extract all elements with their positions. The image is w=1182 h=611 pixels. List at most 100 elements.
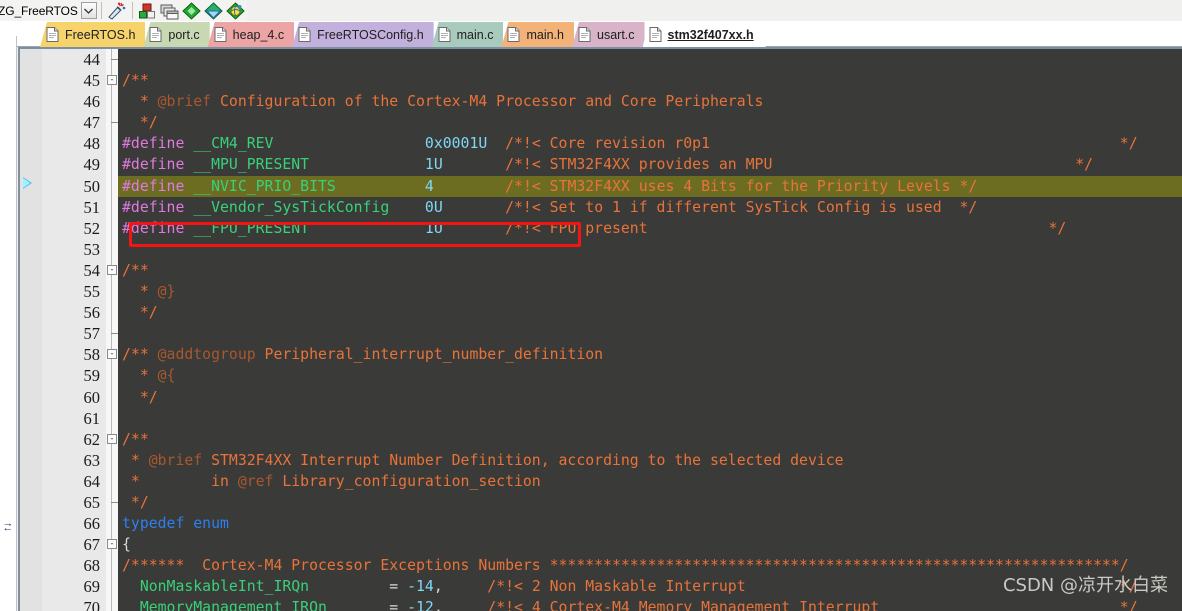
code-token-pp: #define	[122, 219, 185, 237]
line-number: 44	[83, 50, 101, 69]
code-line[interactable]: * @brief Configuration of the Cortex-M4 …	[118, 91, 1182, 112]
code-token-cmtd: @{	[157, 367, 176, 385]
fold-row: -	[106, 260, 118, 281]
fold-collapse-icon[interactable]: -	[107, 264, 117, 275]
code-line[interactable]: */	[118, 387, 1182, 408]
code-line[interactable]: #define __Vendor_SysTickConfig 0U /*!< S…	[118, 197, 1182, 218]
line-number-row: 49	[20, 154, 106, 175]
code-line[interactable]: #define __FPU_PRESENT 1U /*!< FPU presen…	[118, 218, 1182, 239]
fold-end-tick-icon	[111, 501, 118, 503]
code-line-highlighted[interactable]: #define __NVIC_PRIO_BITS 4 /*!< STM32F4X…	[118, 175, 1182, 197]
tab-heap-4-c[interactable]: heap_4.c	[207, 22, 295, 47]
fold-row	[106, 218, 118, 239]
tab-freertosconfig-h[interactable]: FreeRTOSConfig.h	[292, 22, 434, 47]
code-line[interactable]: */	[118, 112, 1182, 133]
file-icon	[214, 27, 227, 42]
code-token-num: 1U	[424, 156, 443, 174]
fold-collapse-icon[interactable]: -	[107, 539, 117, 550]
windows-glyph	[160, 4, 179, 19]
tab-label: FreeRTOSConfig.h	[317, 27, 424, 42]
code-token-cmt: Library_configuration_section	[282, 472, 541, 490]
fold-collapse-icon[interactable]: -	[107, 75, 117, 86]
left-dock-strip: ↑↓	[0, 36, 17, 611]
line-number-row: 60	[20, 387, 106, 408]
fold-row	[106, 492, 118, 513]
code-editor[interactable]: 44 45 46 47 48 49 50 51 52 53 54 55 56 57 58 59 60 61 62 63…	[18, 47, 1182, 611]
code-token-num: 0x0001U	[424, 135, 488, 153]
code-line[interactable]	[118, 49, 1182, 70]
line-number-row: 59	[20, 365, 106, 386]
code-line[interactable]: MemoryManagement_IRQn = -12, /*!< 4 Cort…	[118, 597, 1182, 611]
tab-stm32f407xx-h[interactable]: stm32f407xx.h	[642, 22, 766, 47]
manage-multi-project-icon[interactable]	[159, 1, 181, 20]
fold-collapse-icon[interactable]: -	[107, 349, 117, 360]
tab-main-c[interactable]: main.c	[431, 22, 504, 47]
code-line[interactable]: #define __CM4_REV 0x0001U /*!< Core revi…	[118, 133, 1182, 154]
file-icon	[438, 27, 451, 42]
tab-usart-c[interactable]: usart.c	[572, 22, 645, 47]
code-line[interactable]	[118, 323, 1182, 344]
tab-main-h[interactable]: main.h	[501, 22, 574, 47]
select-software-packs-icon[interactable]	[225, 1, 247, 20]
code-line[interactable]: * @brief STM32F4XX Interrupt Number Defi…	[118, 450, 1182, 471]
line-number-row: 46	[20, 91, 106, 112]
code-line[interactable]: #define __MPU_PRESENT 1U /*!< STM32F4XX …	[118, 154, 1182, 175]
line-number-row: 56	[20, 302, 106, 323]
fold-row	[106, 576, 118, 597]
line-number-row: 50	[20, 176, 106, 197]
line-number: 56	[83, 303, 101, 323]
tab-label: main.h	[526, 27, 564, 42]
manage-project-items-icon[interactable]	[137, 1, 159, 20]
code-line[interactable]: /** @addtogroup Peripheral_interrupt_num…	[118, 344, 1182, 365]
code-line[interactable]: * @}	[118, 281, 1182, 302]
line-number-row: 51	[20, 197, 106, 218]
fold-end-tick-icon	[111, 59, 118, 60]
code-line[interactable]: */	[118, 492, 1182, 513]
code-token-pp: #define	[122, 198, 185, 216]
manage-runtime-environment-icon[interactable]	[203, 1, 225, 20]
code-line[interactable]: /**	[118, 70, 1182, 91]
code-line[interactable]: * @{	[118, 365, 1182, 386]
pack-installer-icon[interactable]	[181, 1, 203, 20]
code-token-cmt: /*!< Set to 1 if different SysTick Confi…	[505, 198, 978, 216]
line-number: 60	[83, 387, 101, 407]
line-number-row: 65	[20, 492, 106, 513]
line-number-row: 57	[20, 323, 106, 344]
code-token-cmt: /*!< STM32F4XX provides an MPU */	[505, 156, 1094, 174]
code-line[interactable]: /**	[118, 429, 1182, 450]
code-line[interactable]: */	[118, 302, 1182, 323]
code-token-cmt: /**	[122, 72, 149, 90]
code-line[interactable]: /**	[118, 260, 1182, 281]
tab-port-c[interactable]: port.c	[143, 22, 210, 47]
fold-row	[106, 239, 118, 260]
line-number: 55	[83, 282, 101, 302]
code-line[interactable]	[118, 408, 1182, 429]
line-number: 49	[83, 155, 101, 175]
configuration-wizard-icon[interactable]	[106, 1, 128, 20]
fold-row: -	[106, 534, 118, 555]
chevron-down-icon[interactable]	[80, 2, 97, 19]
code-token-cmt: /*!< FPU present */	[505, 219, 1067, 237]
fold-row	[106, 302, 118, 323]
code-content[interactable]: /** * @brief Configuration of the Cortex…	[118, 49, 1182, 611]
fold-row	[106, 450, 118, 471]
code-line[interactable]	[118, 239, 1182, 260]
line-number-row: 44	[20, 49, 106, 70]
line-number: 67	[83, 535, 101, 555]
fold-collapse-icon[interactable]: -	[107, 433, 117, 444]
diamond-green-glyph	[182, 1, 202, 20]
code-folding-column[interactable]: - - - - -	[106, 49, 118, 611]
code-line[interactable]: typedef enum	[118, 513, 1182, 534]
target-select[interactable]: ZG_FreeRTOS	[0, 1, 97, 20]
tab-freertos-h[interactable]: FreeRTOS.h	[40, 22, 146, 47]
line-number-row: 67	[20, 534, 106, 555]
code-line[interactable]: {	[118, 534, 1182, 555]
fold-row	[106, 513, 118, 534]
code-line[interactable]: * in @ref Library_configuration_section	[118, 471, 1182, 492]
line-number-row: 62	[20, 429, 106, 450]
